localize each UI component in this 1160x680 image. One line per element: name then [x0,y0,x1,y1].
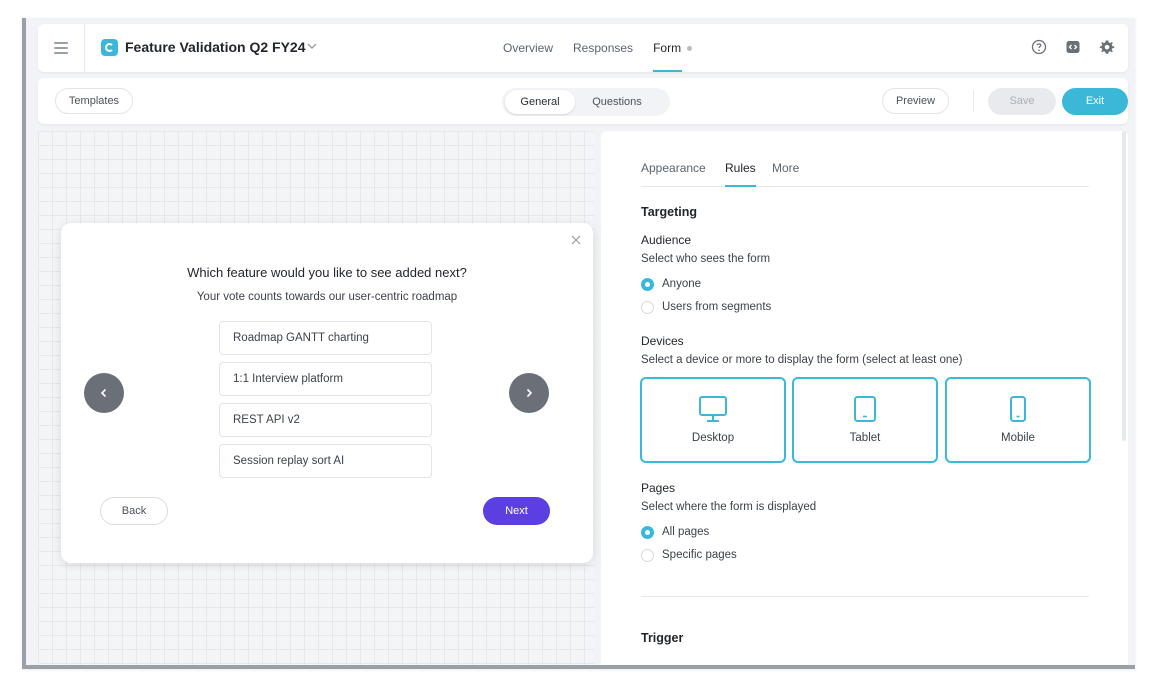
next-button[interactable]: Next [483,497,550,525]
back-button[interactable]: Back [100,497,168,525]
app-logo-icon [101,39,118,56]
pages-label: Pages [641,481,676,495]
preview-button[interactable]: Preview [882,88,949,114]
settings-tabs: Appearance Rules More [641,155,1089,187]
targeting-heading: Targeting [641,205,698,219]
radio-label: Specific pages [662,549,737,561]
radio-specific-pages[interactable]: Specific pages [641,547,737,563]
answer-option[interactable]: REST API v2 [219,403,432,437]
scrollbar[interactable] [1122,131,1126,441]
radio-users-from-segments[interactable]: Users from segments [641,299,771,315]
radio-label: Users from segments [662,301,772,313]
audience-description: Select who sees the form [641,253,771,265]
radio-anyone[interactable]: Anyone [641,276,701,292]
embed-code-icon[interactable] [1064,38,1082,56]
save-button[interactable]: Save [988,88,1056,115]
trigger-heading: Trigger [641,631,684,645]
tab-label: Responses [573,41,634,55]
templates-button[interactable]: Templates [55,88,133,114]
menu-button[interactable] [38,24,85,72]
audience-label: Audience [641,233,692,247]
app-window: Feature Validation Q2 FY24 Overview Resp… [22,18,1135,669]
next-slide-button[interactable] [509,373,549,413]
tab-appearance[interactable]: Appearance [641,161,706,175]
devices-description: Select a device or more to display the f… [641,354,963,366]
main-tabs: Overview Responses Form [493,24,702,72]
radio-selected-icon [641,277,654,291]
exit-button[interactable]: Exit [1062,88,1128,115]
editor-toolbar: Templates General Questions Preview Save… [38,78,1128,124]
device-mobile-card[interactable]: Mobile [945,377,1091,463]
answer-option[interactable]: 1:1 Interview platform [219,362,432,396]
tab-responses[interactable]: Responses [563,24,643,72]
chevron-down-icon[interactable] [306,40,318,52]
device-label: Desktop [691,432,735,444]
tab-label: Form [653,41,682,55]
help-icon[interactable] [1030,38,1048,56]
radio-selected-icon [641,525,654,539]
previous-slide-button[interactable] [84,373,124,413]
tab-label: Overview [503,41,554,55]
device-label: Tablet [849,432,881,444]
chevron-left-icon [100,388,107,398]
editor-mode-switch: General Questions [502,88,670,116]
status-dot [687,46,693,52]
segment-questions[interactable]: Questions [577,90,657,114]
pages-description: Select where the form is displayed [641,501,817,513]
question-title: Which feature would you like to see adde… [187,265,467,280]
mobile-icon [1010,396,1026,422]
devices-label: Devices [641,334,684,348]
question-subtitle: Your vote counts towards our user-centri… [196,291,458,303]
chevron-right-icon [526,388,533,398]
active-tab-indicator [725,185,756,187]
section-divider [641,596,1089,597]
top-nav: Feature Validation Q2 FY24 Overview Resp… [38,24,1128,72]
tab-more[interactable]: More [772,161,799,175]
device-tablet-card[interactable]: Tablet [792,377,938,463]
gear-icon[interactable] [1098,38,1116,56]
radio-unselected-icon [641,548,654,562]
tab-overview[interactable]: Overview [493,24,563,72]
desktop-icon [699,396,727,422]
answer-option[interactable]: Roadmap GANTT charting [219,321,432,355]
device-label: Mobile [1001,432,1035,444]
radio-label: All pages [662,526,710,538]
tab-form[interactable]: Form [643,24,702,72]
settings-panel: Appearance Rules More Targeting Audience… [601,131,1128,665]
tab-rules[interactable]: Rules [725,161,756,175]
preview-canvas: Which feature would you like to see adde… [38,131,594,665]
segment-general[interactable]: General [505,90,575,114]
device-desktop-card[interactable]: Desktop [640,377,786,463]
form-title[interactable]: Feature Validation Q2 FY24 [125,39,306,55]
radio-unselected-icon [641,300,654,314]
radio-all-pages[interactable]: All pages [641,524,709,540]
top-icons [1030,38,1116,56]
toolbar-divider [973,90,974,112]
answer-option[interactable]: Session replay sort AI [219,444,432,478]
tablet-icon [854,396,876,422]
hamburger-icon [54,39,68,57]
close-icon[interactable] [569,233,583,247]
radio-label: Anyone [662,278,702,290]
